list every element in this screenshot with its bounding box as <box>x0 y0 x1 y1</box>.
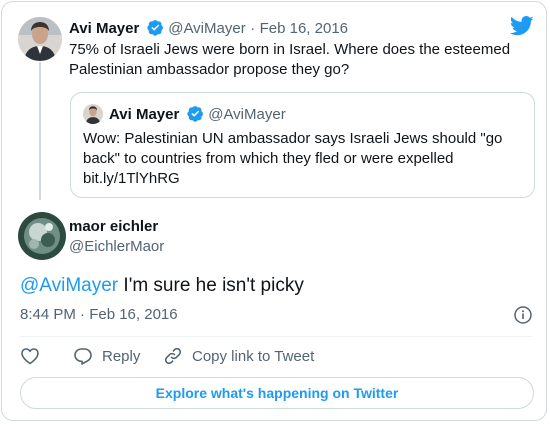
reply-icon <box>74 348 92 365</box>
verified-badge-icon <box>147 20 163 36</box>
heart-icon <box>21 348 39 365</box>
reply-author-handle[interactable]: @EichlerMaor <box>69 238 164 255</box>
reply-author-name[interactable]: maor eichler <box>69 218 158 235</box>
verified-badge-icon <box>187 106 203 122</box>
copy-link-button[interactable]: Copy link to Tweet <box>164 347 314 365</box>
info-icon[interactable] <box>514 306 532 324</box>
quoted-author-handle: @AviMayer <box>208 106 286 123</box>
reply-button[interactable]: Reply <box>74 347 140 365</box>
reply-label: Reply <box>102 347 141 365</box>
link-icon <box>164 347 182 365</box>
reply-handle-row: @EichlerMaor <box>69 238 164 255</box>
dot-separator: · <box>250 20 256 37</box>
reply-timestamp[interactable]: 8:44 PM · Feb 16, 2016 <box>20 306 178 323</box>
mention-link[interactable]: @AviMayer <box>20 275 118 296</box>
like-button[interactable] <box>20 347 50 365</box>
tweet-text-line: Palestinian ambassador propose they go? <box>69 61 350 78</box>
reply-avatar[interactable] <box>18 212 66 260</box>
quoted-text: Wow: Palestinian UN ambassador says Isra… <box>83 129 502 189</box>
tweet-header: Avi Mayer @AviMayer · Feb 16, 2016 <box>69 19 348 38</box>
avatar[interactable] <box>18 17 62 61</box>
quoted-tweet[interactable]: Avi Mayer @AviMayer Wow: Palestinian UN … <box>70 92 535 198</box>
thread-line <box>39 62 41 200</box>
twitter-bird-icon[interactable] <box>510 16 534 36</box>
author-name[interactable]: Avi Mayer <box>69 20 139 37</box>
explore-button[interactable]: Explore what's happening on Twitter <box>20 377 534 409</box>
author-handle[interactable]: @AviMayer <box>168 20 245 37</box>
quoted-text-line: Wow: Palestinian UN ambassador says Isra… <box>83 130 503 147</box>
reply-author-block: maor eichler <box>69 218 158 235</box>
quoted-link[interactable]: bit.ly/1TlYhRG <box>83 169 502 189</box>
quoted-author-name: Avi Mayer <box>109 106 180 123</box>
reply-text-body: I'm sure he isn't picky <box>118 275 304 296</box>
quoted-text-line: back" to countries from which they fled … <box>83 150 454 167</box>
tweet-date[interactable]: Feb 16, 2016 <box>260 20 348 37</box>
tweet-embed-card: Avi Mayer @AviMayer · Feb 16, 2016 75% o… <box>1 1 547 421</box>
quoted-avatar <box>83 104 103 124</box>
quoted-header: Avi Mayer @AviMayer <box>109 105 286 124</box>
copy-link-label: Copy link to Tweet <box>192 347 315 365</box>
reply-text: @AviMayer I'm sure he isn't picky <box>20 274 304 298</box>
tweet-text: 75% of Israeli Jews were born in Israel.… <box>69 40 510 80</box>
divider <box>20 336 533 337</box>
tweet-text-line: 75% of Israeli Jews were born in Israel.… <box>69 41 511 58</box>
